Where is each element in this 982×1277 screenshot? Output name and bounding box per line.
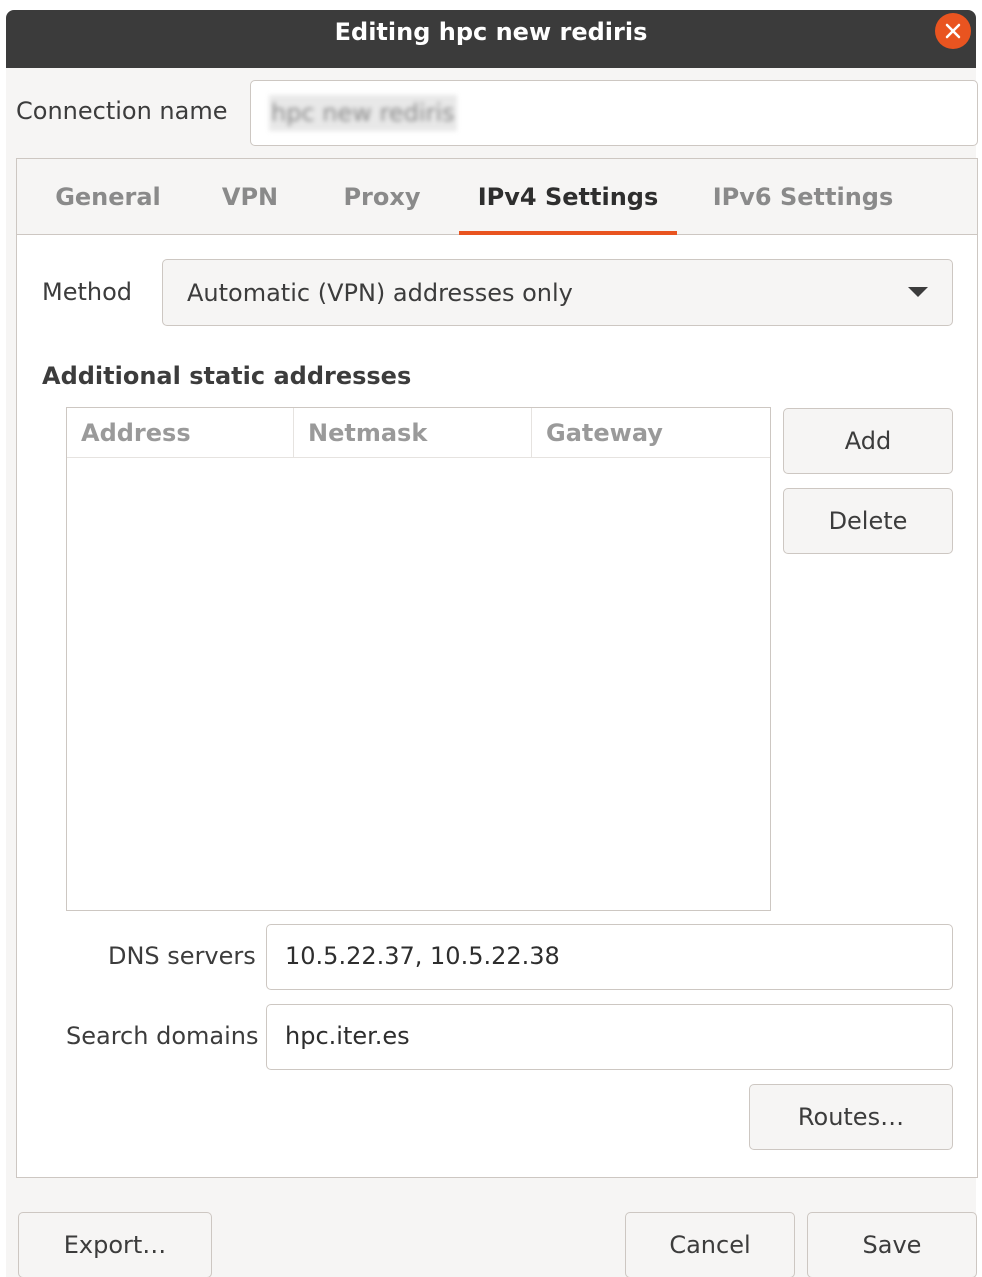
addresses-heading: Additional static addresses xyxy=(42,362,412,390)
routes-button[interactable]: Routes… xyxy=(749,1084,953,1150)
dns-servers-value: 10.5.22.37, 10.5.22.38 xyxy=(285,942,560,970)
save-button[interactable]: Save xyxy=(807,1212,977,1277)
addresses-table[interactable]: Address Netmask Gateway xyxy=(66,407,771,911)
method-label: Method xyxy=(42,278,133,306)
connection-name-value: hpc new rediris xyxy=(269,95,457,131)
tab-label: IPv4 Settings xyxy=(477,183,659,211)
dns-servers-label: DNS servers xyxy=(108,942,256,970)
tab-general[interactable]: General xyxy=(43,159,173,235)
search-domains-value: hpc.iter.es xyxy=(285,1022,410,1050)
column-header-netmask[interactable]: Netmask xyxy=(293,408,531,458)
title-bar: Editing hpc new rediris xyxy=(6,10,976,68)
column-header-address[interactable]: Address xyxy=(67,408,293,458)
connection-name-label: Connection name xyxy=(16,97,228,125)
window-title: Editing hpc new rediris xyxy=(334,18,648,46)
method-value: Automatic (VPN) addresses only xyxy=(187,279,573,307)
connection-name-input[interactable]: hpc new rediris xyxy=(250,80,978,146)
close-icon xyxy=(945,23,961,39)
export-button[interactable]: Export… xyxy=(18,1212,212,1277)
dropdown-arrow-icon xyxy=(908,287,928,297)
search-domains-label: Search domains xyxy=(66,1022,259,1050)
tab-proxy[interactable]: Proxy xyxy=(329,159,435,235)
close-button[interactable] xyxy=(935,13,971,49)
cancel-button[interactable]: Cancel xyxy=(625,1212,795,1277)
dns-servers-input[interactable]: 10.5.22.37, 10.5.22.38 xyxy=(266,924,953,990)
table-header: Address Netmask Gateway xyxy=(67,408,770,458)
tab-ipv4-settings[interactable]: IPv4 Settings xyxy=(459,159,677,235)
active-tab-indicator xyxy=(459,231,677,235)
search-domains-input[interactable]: hpc.iter.es xyxy=(266,1004,953,1070)
column-header-gateway[interactable]: Gateway xyxy=(531,408,770,458)
tab-label: VPN xyxy=(221,183,279,211)
tab-ipv6-settings[interactable]: IPv6 Settings xyxy=(701,159,905,235)
tab-label: Proxy xyxy=(343,183,421,211)
tab-label: General xyxy=(55,183,161,211)
add-button[interactable]: Add xyxy=(783,408,953,474)
tab-bar: General VPN Proxy IPv4 Settings IPv6 Set… xyxy=(17,159,977,235)
tab-vpn[interactable]: VPN xyxy=(205,159,295,235)
tab-label: IPv6 Settings xyxy=(712,183,894,211)
delete-button[interactable]: Delete xyxy=(783,488,953,554)
method-dropdown[interactable]: Automatic (VPN) addresses only xyxy=(162,259,953,326)
